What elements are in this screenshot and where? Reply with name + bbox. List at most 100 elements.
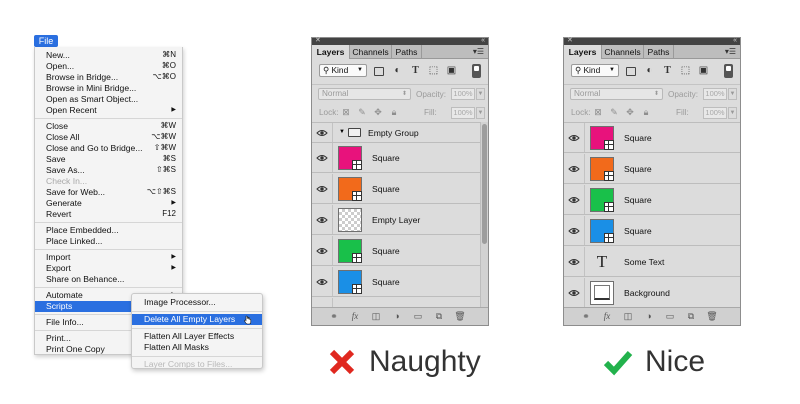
visibility-eye-icon[interactable] xyxy=(316,214,328,226)
menu-item-close-all[interactable]: Close All ⌥⌘W xyxy=(35,132,182,143)
submenu-item-image-processor[interactable]: Image Processor... xyxy=(132,297,262,308)
opacity-dropdown-icon[interactable]: ▼ xyxy=(728,88,737,100)
layer-row[interactable]: T xyxy=(312,298,488,307)
layer-row[interactable]: Square xyxy=(312,267,488,297)
delete-layer-icon[interactable]: 🗑︎ xyxy=(706,311,718,322)
menu-item-browse-in-bridge[interactable]: Browse in Bridge... ⌥⌘O xyxy=(35,72,182,83)
visibility-eye-icon[interactable] xyxy=(568,256,580,268)
menu-item-place-linked[interactable]: Place Linked... xyxy=(35,236,182,247)
adjustment-layer-icon[interactable]: ◑ xyxy=(391,311,403,322)
visibility-eye-icon[interactable] xyxy=(568,132,580,144)
visibility-eye-icon[interactable] xyxy=(316,183,328,195)
close-icon[interactable]: ✕ xyxy=(567,37,573,45)
submenu-item-flatten-all-layer-effects[interactable]: Flatten All Layer Effects xyxy=(132,331,262,342)
link-layers-icon[interactable]: ⚭ xyxy=(328,311,340,322)
shape-filter-icon[interactable]: ⬚ xyxy=(428,66,439,76)
pixel-filter-icon[interactable] xyxy=(374,67,384,76)
menu-item-check-in[interactable]: Check In... xyxy=(35,176,182,187)
lock-all-icon[interactable]: 🔒︎ xyxy=(389,107,399,117)
shape-filter-icon[interactable]: ⬚ xyxy=(680,66,691,76)
scrollbar-thumb[interactable] xyxy=(482,124,487,244)
layer-row-group[interactable]: ▼ Empty Group xyxy=(312,123,488,143)
submenu-item-layer-comps-to-files[interactable]: Layer Comps to Files... xyxy=(132,359,262,368)
lock-position-icon[interactable]: ✥ xyxy=(625,107,635,117)
lock-transparency-icon[interactable]: ⊠ xyxy=(593,107,603,117)
adjustment-layer-icon[interactable]: ◑ xyxy=(643,311,655,322)
filter-toggle-switch[interactable] xyxy=(724,64,733,78)
type-filter-icon[interactable]: T xyxy=(662,66,673,76)
visibility-eye-icon[interactable] xyxy=(568,225,580,237)
smart-object-filter-icon[interactable]: ▣ xyxy=(698,66,709,76)
visibility-eye-icon[interactable] xyxy=(316,127,328,139)
tab-channels[interactable]: Channels xyxy=(350,45,392,59)
disclosure-triangle-icon[interactable]: ▼ xyxy=(339,129,345,135)
layer-style-fx-icon[interactable]: fx xyxy=(601,311,613,322)
add-mask-icon[interactable]: ◫ xyxy=(370,311,382,322)
layer-row[interactable]: Square xyxy=(312,236,488,266)
visibility-eye-icon[interactable] xyxy=(568,163,580,175)
submenu-item-delete-all-empty-layers[interactable]: Delete All Empty Layers xyxy=(132,314,262,325)
menu-item-save[interactable]: Save ⌘S xyxy=(35,154,182,165)
menu-item-place-embedded[interactable]: Place Embedded... xyxy=(35,225,182,236)
menu-item-close-and-go-to-bridge[interactable]: Close and Go to Bridge... ⇧⌘W xyxy=(35,143,182,154)
collapse-icon[interactable]: « xyxy=(733,37,737,45)
fill-dropdown-icon[interactable]: ▼ xyxy=(476,107,485,119)
layer-row[interactable]: Square xyxy=(564,185,740,215)
layer-row[interactable]: Square xyxy=(312,174,488,204)
layer-row[interactable]: Square xyxy=(564,216,740,246)
collapse-icon[interactable]: « xyxy=(481,37,485,45)
lock-image-icon[interactable]: ✎ xyxy=(357,107,367,117)
fill-input[interactable]: 100% xyxy=(703,107,727,119)
menu-item-generate[interactable]: Generate ▶ xyxy=(35,198,182,209)
new-group-icon[interactable]: ▭ xyxy=(664,311,676,322)
menu-item-revert[interactable]: Revert F12 xyxy=(35,209,182,220)
lock-transparency-icon[interactable]: ⊠ xyxy=(341,107,351,117)
menu-item-open-recent[interactable]: Open Recent ▶ xyxy=(35,105,182,116)
menu-item-share-on-behance[interactable]: Share on Behance... xyxy=(35,274,182,285)
filter-kind-select[interactable]: ⚲ Kind ▼ xyxy=(571,64,619,77)
layer-row[interactable]: Empty Layer xyxy=(312,205,488,235)
fill-input[interactable]: 100% xyxy=(451,107,475,119)
fill-dropdown-icon[interactable]: ▼ xyxy=(728,107,737,119)
layer-row[interactable]: Background xyxy=(564,278,740,307)
menu-item-save-as[interactable]: Save As... ⇧⌘S xyxy=(35,165,182,176)
layers-scrollbar[interactable] xyxy=(480,122,488,307)
layer-row[interactable]: Square xyxy=(312,143,488,173)
visibility-eye-icon[interactable] xyxy=(316,245,328,257)
tab-layers[interactable]: Layers xyxy=(564,45,602,59)
layer-row[interactable]: T Some Text xyxy=(564,247,740,277)
visibility-eye-icon[interactable] xyxy=(568,194,580,206)
menu-item-import[interactable]: Import ▶ xyxy=(35,252,182,263)
visibility-eye-icon[interactable] xyxy=(316,152,328,164)
filter-toggle-switch[interactable] xyxy=(472,64,481,78)
submenu-item-flatten-all-masks[interactable]: Flatten All Masks xyxy=(132,342,262,353)
menu-item-new[interactable]: New... ⌘N xyxy=(35,50,182,61)
menu-item-export[interactable]: Export ▶ xyxy=(35,263,182,274)
blend-mode-select[interactable]: Normal ⬍ xyxy=(318,88,411,100)
delete-layer-icon[interactable]: 🗑︎ xyxy=(454,311,466,322)
file-menu-title[interactable]: File xyxy=(34,35,58,47)
tab-channels[interactable]: Channels xyxy=(602,45,644,59)
lock-position-icon[interactable]: ✥ xyxy=(373,107,383,117)
adjustment-filter-icon[interactable]: ◐ xyxy=(644,66,655,76)
visibility-eye-icon[interactable] xyxy=(316,276,328,288)
adjustment-filter-icon[interactable]: ◐ xyxy=(392,66,403,76)
link-layers-icon[interactable]: ⚭ xyxy=(580,311,592,322)
opacity-input[interactable]: 100% xyxy=(703,88,727,100)
smart-object-filter-icon[interactable]: ▣ xyxy=(446,66,457,76)
lock-all-icon[interactable]: 🔒︎ xyxy=(641,107,651,117)
panel-menu-icon[interactable]: ▾☰ xyxy=(725,47,736,56)
layer-row[interactable]: Square xyxy=(564,154,740,184)
tab-paths[interactable]: Paths xyxy=(392,45,422,59)
panel-menu-icon[interactable]: ▾☰ xyxy=(473,47,484,56)
menu-item-close[interactable]: Close ⌘W xyxy=(35,121,182,132)
blend-mode-select[interactable]: Normal ⬍ xyxy=(570,88,663,100)
menu-item-open[interactable]: Open... ⌘O xyxy=(35,61,182,72)
lock-image-icon[interactable]: ✎ xyxy=(609,107,619,117)
new-group-icon[interactable]: ▭ xyxy=(412,311,424,322)
menu-item-open-as-smart-object[interactable]: Open as Smart Object... xyxy=(35,94,182,105)
add-mask-icon[interactable]: ◫ xyxy=(622,311,634,322)
menu-item-browse-in-mini-bridge[interactable]: Browse in Mini Bridge... xyxy=(35,83,182,94)
pixel-filter-icon[interactable] xyxy=(626,67,636,76)
filter-kind-select[interactable]: ⚲ Kind ▼ xyxy=(319,64,367,77)
